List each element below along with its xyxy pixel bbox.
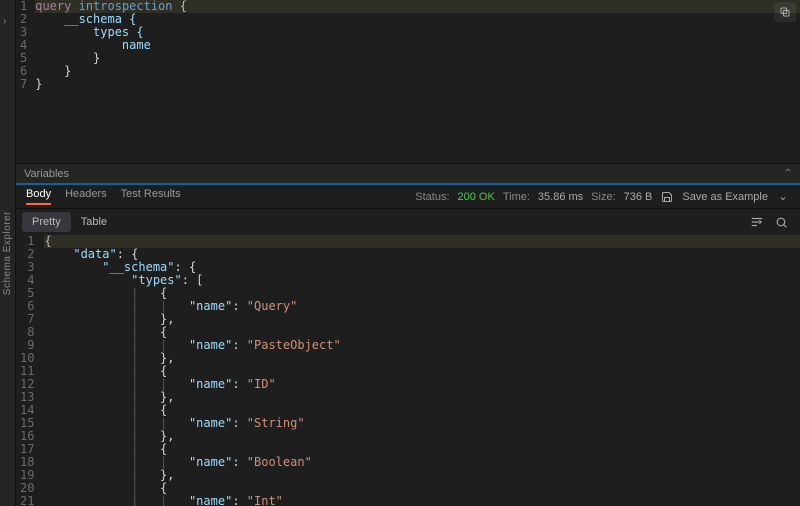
tab-body[interactable]: Body: [26, 188, 51, 205]
status-value: 200 OK: [458, 191, 495, 203]
time-label: Time:: [503, 191, 530, 203]
tab-tests[interactable]: Test Results: [121, 188, 181, 205]
tab-headers[interactable]: Headers: [65, 188, 107, 205]
request-gutter: 1234567: [16, 0, 35, 163]
code-line: | | "name": "Int": [44, 495, 800, 506]
variables-bar[interactable]: Variables ⌃: [16, 163, 800, 183]
response-view-row: PrettyTable: [16, 209, 800, 235]
search-icon[interactable]: [774, 215, 788, 229]
response-header-row: Body Headers Test Results Status: 200 OK T…: [16, 185, 800, 209]
variables-label: Variables: [24, 168, 69, 180]
status-label: Status:: [415, 191, 449, 203]
chevron-up-icon[interactable]: ⌃: [784, 168, 792, 179]
time-value: 35.86 ms: [538, 191, 583, 203]
size-label: Size:: [591, 191, 615, 203]
save-example-button[interactable]: Save as Example: [682, 191, 768, 203]
code-line: }: [35, 65, 800, 78]
code-line: name: [35, 39, 800, 52]
view-tab-pretty[interactable]: Pretty: [22, 212, 71, 232]
code-line: }: [35, 52, 800, 65]
request-editor[interactable]: 1234567 query introspection { __schema {…: [16, 0, 800, 163]
schema-explorer-rail[interactable]: › Schema Explorer: [0, 0, 16, 506]
save-icon[interactable]: [660, 190, 674, 204]
view-tab-table[interactable]: Table: [71, 212, 117, 232]
copy-icon[interactable]: [774, 2, 796, 22]
rail-label: Schema Explorer: [2, 211, 13, 295]
response-editor[interactable]: 123456789101112131415161718192021 { "dat…: [16, 235, 800, 506]
code-line: __schema {: [35, 13, 800, 26]
response-code[interactable]: { "data": { "__schema": { "types": [ | {…: [44, 235, 800, 506]
size-value: 736 B: [624, 191, 653, 203]
view-mode-tabs: PrettyTable: [22, 212, 117, 232]
code-line: }: [35, 78, 800, 91]
wrap-icon[interactable]: [750, 215, 764, 229]
response-gutter: 123456789101112131415161718192021: [16, 235, 44, 506]
request-code[interactable]: query introspection { __schema { types {…: [35, 0, 800, 163]
response-tabs: Body Headers Test Results: [26, 188, 181, 205]
chevron-down-icon[interactable]: ⌄: [776, 190, 790, 204]
chevron-right-icon[interactable]: ›: [3, 16, 6, 27]
